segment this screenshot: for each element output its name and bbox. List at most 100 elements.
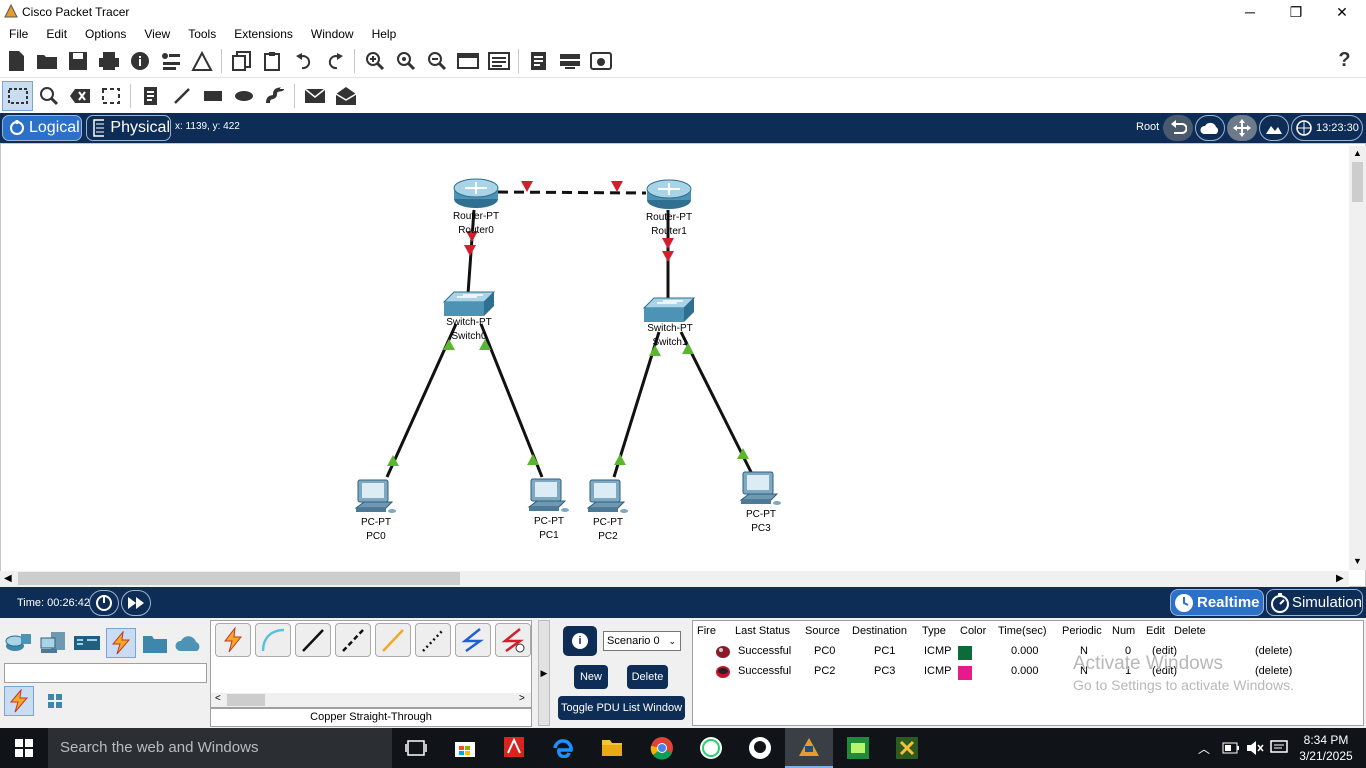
resize-shape-icon[interactable]	[95, 81, 126, 111]
task-view-icon[interactable]	[405, 738, 427, 758]
end-devices-icon[interactable]	[38, 628, 68, 658]
miscellaneous-icon[interactable]	[140, 628, 170, 658]
app-grid-icon[interactable]	[895, 736, 919, 763]
scroll-up-icon[interactable]: ▲	[1353, 148, 1362, 158]
acrobat-icon[interactable]	[503, 736, 525, 761]
volume-muted-icon[interactable]	[1246, 740, 1264, 759]
github-icon[interactable]	[748, 736, 772, 763]
serial-dce-cable-icon[interactable]	[455, 623, 491, 657]
fire-pdu-icon[interactable]	[715, 665, 731, 679]
scroll-left-icon[interactable]: ◀	[4, 573, 12, 584]
activity-wizard-icon[interactable]	[186, 46, 217, 76]
zoom-out-icon[interactable]	[421, 46, 452, 76]
add-complex-pdu-icon[interactable]	[330, 81, 361, 111]
undo-icon[interactable]	[288, 46, 319, 76]
tab-physical[interactable]: Physical	[86, 115, 171, 141]
cable-list-scrollbar[interactable]: < >	[211, 693, 531, 707]
logical-workspace[interactable]: Router-PT Router0 Router-PT Router1 Switch…	[0, 143, 1366, 587]
scenario-select[interactable]: Scenario 0 ⌄	[603, 631, 681, 651]
pc1-icon[interactable]	[527, 477, 571, 515]
add-simple-pdu-icon[interactable]	[299, 81, 330, 111]
delete-scenario-button[interactable]: Delete	[627, 665, 668, 689]
console-cable-icon[interactable]	[255, 623, 291, 657]
fiber-cable-icon[interactable]	[375, 623, 411, 657]
file-explorer-icon[interactable]	[601, 736, 623, 761]
terminal-app-icon[interactable]	[846, 736, 870, 763]
taskbar-search-box[interactable]: Search the web and Windows	[48, 728, 392, 768]
viewport-clock[interactable]: 13:23:30	[1291, 115, 1363, 141]
scroll-right-icon[interactable]: >	[519, 693, 525, 704]
realtime-mode-button[interactable]: Realtime	[1170, 589, 1264, 616]
cluster-icon[interactable]	[1195, 115, 1225, 141]
pc2-icon[interactable]	[586, 478, 630, 516]
horizontal-scrollbar[interactable]: ◀ ▶	[0, 571, 1349, 587]
copper-straight-through-icon[interactable]	[295, 623, 331, 657]
paste-icon[interactable]	[257, 46, 288, 76]
maximize-button[interactable]: ❐	[1273, 0, 1319, 24]
network-info-icon[interactable]	[155, 46, 186, 76]
network-devices-icon[interactable]	[4, 628, 34, 658]
pc0-icon[interactable]	[354, 478, 398, 516]
drawing-palette-icon[interactable]	[452, 46, 483, 76]
copy-icon[interactable]	[226, 46, 257, 76]
scroll-right-icon[interactable]: ▶	[1336, 573, 1344, 584]
tab-logical[interactable]: Logical	[2, 115, 82, 141]
menu-view[interactable]: View	[135, 27, 179, 41]
switch1-icon[interactable]	[643, 296, 695, 324]
vertical-scroll-thumb[interactable]	[1352, 162, 1363, 202]
router1-icon[interactable]	[646, 178, 692, 210]
vertical-scrollbar[interactable]: ▲ ▼	[1349, 146, 1366, 570]
select-icon[interactable]	[2, 80, 33, 111]
power-cycle-icon[interactable]	[89, 590, 119, 616]
custom-devices-icon[interactable]	[483, 46, 514, 76]
zoom-in-icon[interactable]	[359, 46, 390, 76]
inspect-icon[interactable]	[33, 81, 64, 111]
taskbar-clock[interactable]: 8:34 PM 3/21/2025	[1296, 732, 1356, 764]
router0-icon[interactable]	[453, 177, 499, 209]
open-folder-icon[interactable]	[31, 46, 62, 76]
serial-dte-cable-icon[interactable]	[495, 623, 531, 657]
place-note-icon[interactable]	[135, 81, 166, 111]
fast-forward-icon[interactable]	[121, 590, 151, 616]
draw-line-icon[interactable]	[166, 81, 197, 111]
grid-icon[interactable]	[46, 692, 64, 710]
battery-icon[interactable]	[1222, 741, 1240, 758]
save-icon[interactable]	[62, 46, 93, 76]
device-search-input[interactable]	[4, 663, 207, 683]
new-file-icon[interactable]	[0, 46, 31, 76]
draw-rectangle-icon[interactable]	[197, 81, 228, 111]
scenario-info-button[interactable]: i	[563, 626, 597, 656]
help-icon[interactable]: ?	[1329, 46, 1360, 76]
collapse-panel-icon[interactable]: ▶	[538, 620, 550, 726]
notifications-icon[interactable]	[1270, 740, 1288, 759]
scroll-left-icon[interactable]: <	[215, 693, 221, 704]
draw-ellipse-icon[interactable]	[228, 81, 259, 111]
pdu-delete-link[interactable]: (delete)	[1255, 665, 1292, 677]
whatsapp-icon[interactable]	[699, 736, 723, 763]
cable-scroll-thumb[interactable]	[227, 694, 265, 706]
simulation-mode-button[interactable]: Simulation	[1266, 589, 1363, 616]
switch0-icon[interactable]	[443, 290, 495, 318]
menu-help[interactable]: Help	[363, 27, 406, 41]
close-button[interactable]: ✕	[1319, 0, 1365, 24]
multiuser-icon[interactable]	[174, 628, 204, 658]
menu-edit[interactable]: Edit	[37, 27, 76, 41]
pdu-delete-link[interactable]: (delete)	[1255, 645, 1292, 657]
zoom-reset-icon[interactable]	[390, 46, 421, 76]
packet-tracer-taskbar-item[interactable]	[785, 728, 833, 768]
components-icon[interactable]	[72, 628, 102, 658]
start-button[interactable]	[0, 728, 48, 768]
copper-cross-over-icon[interactable]	[335, 623, 371, 657]
menu-window[interactable]: Window	[302, 27, 363, 41]
device-template-icon[interactable]	[554, 46, 585, 76]
edge-icon[interactable]	[552, 736, 574, 761]
horizontal-scroll-thumb[interactable]	[18, 572, 460, 585]
notes-icon[interactable]	[523, 46, 554, 76]
delete-icon[interactable]	[64, 81, 95, 111]
print-icon[interactable]	[93, 46, 124, 76]
connections-icon[interactable]	[106, 628, 136, 658]
menu-extensions[interactable]: Extensions	[225, 27, 302, 41]
minimize-button[interactable]: ─	[1227, 0, 1273, 24]
connection-subtype-icon[interactable]	[4, 686, 34, 716]
menu-tools[interactable]: Tools	[179, 27, 225, 41]
